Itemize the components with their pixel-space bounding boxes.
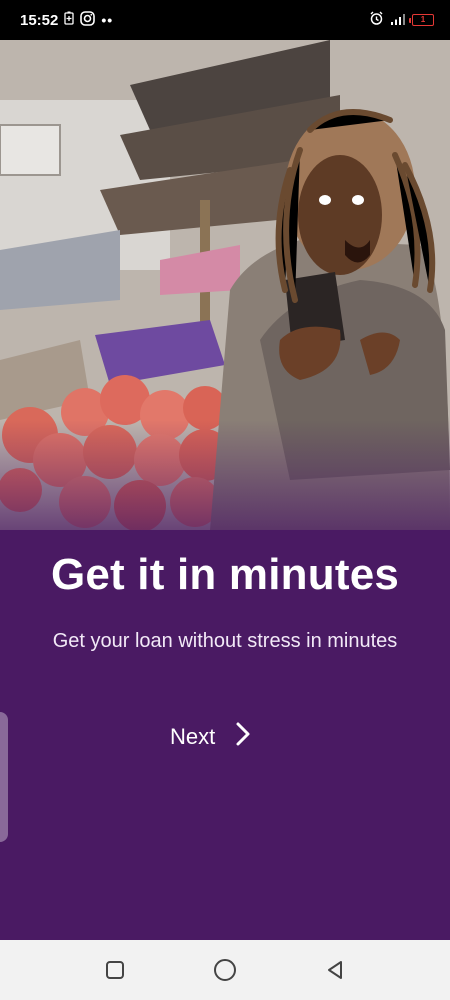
edge-panel-handle[interactable]: [0, 712, 8, 842]
status-time: 15:52: [20, 11, 59, 29]
battery-icon: 1: [409, 14, 434, 26]
battery-saver-icon: [64, 11, 75, 29]
home-button[interactable]: [210, 955, 240, 985]
status-bar: 15:52 •• 1: [0, 0, 450, 40]
back-button[interactable]: [320, 955, 350, 985]
onboarding-title: Get it in minutes: [50, 550, 400, 599]
onboarding-subtitle: Get your loan without stress in minutes: [52, 630, 398, 652]
onboarding-content: Get it in minutes Get your loan without …: [0, 530, 450, 940]
alarm-icon: [369, 11, 384, 30]
chevron-right-icon: [235, 721, 251, 753]
next-button[interactable]: Next: [170, 720, 251, 754]
hero-image: [0, 40, 450, 530]
hero-gradient-overlay: [0, 420, 450, 530]
status-left: 15:52 ••: [20, 10, 114, 30]
square-icon: [106, 961, 124, 979]
system-navigation-bar: [0, 940, 450, 1000]
signal-icon: [390, 12, 406, 29]
status-right: 1: [369, 11, 434, 30]
next-button-label: Next: [170, 724, 216, 749]
triangle-back-icon: [328, 961, 342, 979]
more-dots-icon: ••: [101, 12, 114, 28]
circle-icon: [214, 959, 236, 981]
instagram-icon: [80, 10, 96, 30]
recent-apps-button[interactable]: [100, 955, 130, 985]
